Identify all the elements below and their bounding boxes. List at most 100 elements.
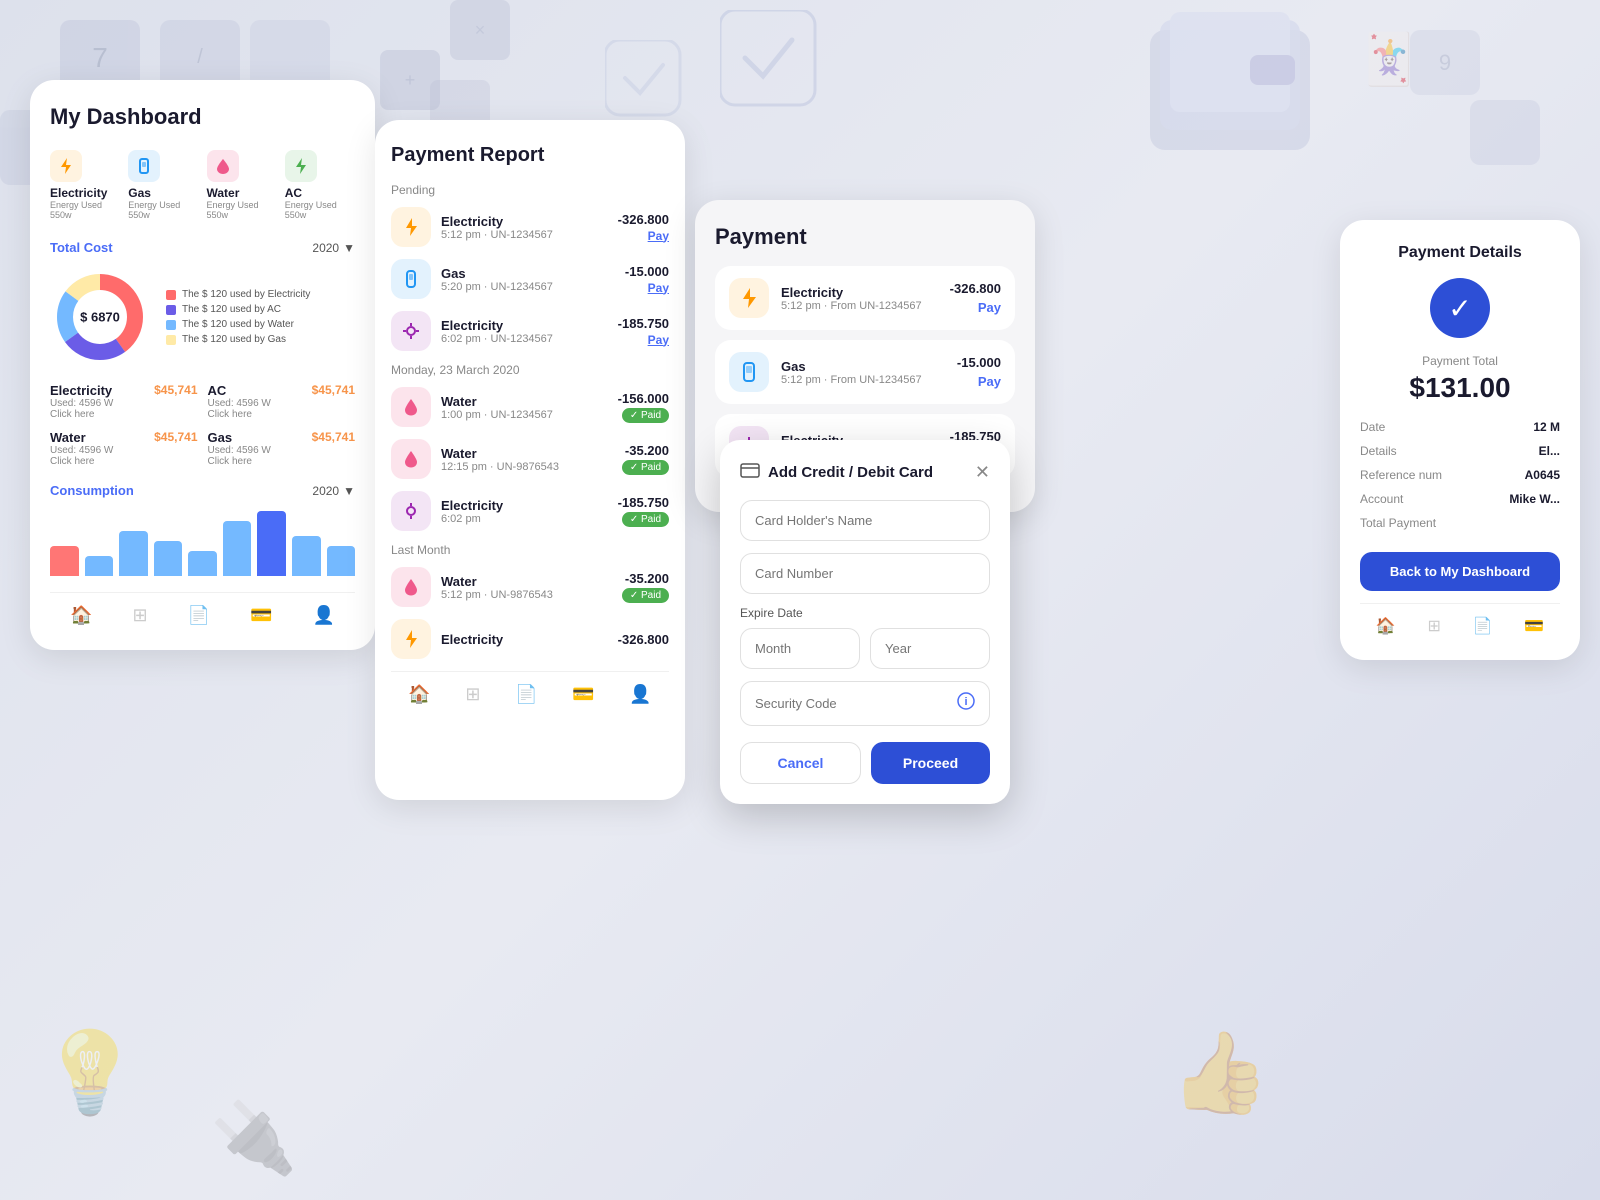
details-nav-grid[interactable]: ⊞ (1427, 616, 1440, 636)
details-nav-doc[interactable]: 📄 (1473, 616, 1493, 636)
report-electricity-sub-1: 5:12 pm · UN-1234567 (441, 229, 608, 241)
stat-electricity[interactable]: Electricity $45,741 Used: 4596 W Click h… (50, 383, 198, 420)
report-water-icon-1 (391, 387, 431, 427)
report-electricity-paid-sub: 6:02 pm (441, 513, 608, 525)
stat-water[interactable]: Water $45,741 Used: 4596 W Click here (50, 430, 198, 467)
cancel-button[interactable]: Cancel (740, 742, 861, 784)
report-nav-grid[interactable]: ⊞ (465, 684, 480, 705)
stat-gas-click: Click here (208, 456, 356, 467)
card-holder-input[interactable] (740, 500, 990, 541)
stat-gas[interactable]: Gas $45,741 Used: 4596 W Click here (208, 430, 356, 467)
report-water-amount-2: -35.200 (625, 443, 669, 458)
expire-section: Expire Date (740, 606, 990, 669)
report-amount-2: -185.750 (618, 316, 669, 331)
stat-gas-name: Gas (208, 430, 233, 445)
year-value: 2020 (312, 241, 339, 255)
report-item-elec-lm[interactable]: Electricity -326.800 (391, 619, 669, 659)
month-input[interactable] (740, 628, 860, 669)
expire-row (740, 628, 990, 669)
report-item-gas-1[interactable]: Gas 5:20 pm · UN-1234567 -15.000 Pay (391, 259, 669, 299)
consumption-year-selector[interactable]: 2020 ▼ (312, 484, 355, 498)
report-item-info-elec-paid: Electricity 6:02 pm (441, 498, 608, 525)
utility-item-gas[interactable]: Gas Energy Used 550w (128, 150, 198, 220)
payment-title: Payment (715, 224, 1015, 250)
report-item-info-water-1: Water 1:00 pm · UN-1234567 (441, 394, 608, 421)
chevron-down-icon: ▼ (343, 241, 355, 255)
utility-item-water[interactable]: Water Energy Used 550w (207, 150, 277, 220)
payment-pay-link-gas-1[interactable]: Pay (978, 374, 1001, 389)
pay-link-gas-1[interactable]: Pay (648, 281, 669, 295)
modal-header: Add Credit / Debit Card ✕ (740, 460, 990, 484)
payment-pay-link-1[interactable]: Pay (978, 300, 1001, 315)
stat-ac[interactable]: AC $45,741 Used: 4596 W Click here (208, 383, 356, 420)
report-electricity-name-2: Electricity (441, 318, 608, 333)
report-electricity-paid: Electricity (441, 498, 608, 513)
report-item-elec-paid[interactable]: Electricity 6:02 pm -185.750 ✓ Paid (391, 491, 669, 531)
report-nav: 🏠 ⊞ 📄 💳 👤 (391, 671, 669, 705)
report-water-sub-1: 1:00 pm · UN-1234567 (441, 409, 608, 421)
payment-gas-icon-1 (729, 352, 769, 392)
year-selector[interactable]: 2020 ▼ (312, 241, 355, 255)
report-water-name-2: Water (441, 446, 612, 461)
stat-electricity-name: Electricity (50, 383, 112, 398)
pay-link-1[interactable]: Pay (648, 229, 669, 243)
modal-close-button[interactable]: ✕ (975, 462, 990, 483)
report-gas-name-1: Gas (441, 266, 615, 281)
utility-item-electricity[interactable]: Electricity Energy Used 550w (50, 150, 120, 220)
report-nav-home[interactable]: 🏠 (408, 684, 430, 705)
nav-doc-icon[interactable]: 📄 (188, 605, 210, 626)
details-row-account: Account Mike W... (1360, 492, 1560, 506)
ac-value: 550w (285, 210, 307, 220)
report-item-right-water-1: -156.000 ✓ Paid (618, 391, 669, 423)
report-item-elec-1[interactable]: Electricity 5:12 pm · UN-1234567 -326.80… (391, 207, 669, 247)
security-code-input[interactable] (755, 696, 949, 711)
ac-label: Energy Used (285, 200, 337, 210)
details-row-details: Details El... (1360, 444, 1560, 458)
nav-user-icon[interactable]: 👤 (313, 605, 335, 626)
details-nav-home[interactable]: 🏠 (1376, 616, 1396, 636)
paid-badge-elec: ✓ Paid (622, 512, 669, 527)
electricity-name: Electricity (50, 186, 107, 200)
payment-item-right-gas-1: -15.000 Pay (957, 355, 1001, 389)
nav-home-icon[interactable]: 🏠 (70, 605, 92, 626)
ref-label: Reference num (1360, 468, 1442, 482)
details-row-ref: Reference num A0645 (1360, 468, 1560, 482)
dashboard-card: My Dashboard Electricity Energy Used 550… (30, 80, 375, 650)
donut-section: $ 6870 The $ 120 used by Electricity The… (50, 267, 355, 367)
card-number-input[interactable] (740, 553, 990, 594)
report-nav-doc[interactable]: 📄 (515, 684, 537, 705)
report-item-water-1[interactable]: Water 1:00 pm · UN-1234567 -156.000 ✓ Pa… (391, 387, 669, 427)
payment-elec-icon-1 (729, 278, 769, 318)
payment-item-elec-1[interactable]: Electricity 5:12 pm · From UN-1234567 -3… (715, 266, 1015, 330)
nav-card-icon[interactable]: 💳 (250, 605, 272, 626)
stat-water-name: Water (50, 430, 86, 445)
payment-total-amount: $131.00 (1360, 372, 1560, 404)
report-item-right-water-lm: -35.200 ✓ Paid (622, 571, 669, 603)
payment-item-info-gas-1: Gas 5:12 pm · From UN-1234567 (781, 359, 945, 386)
details-nav-card[interactable]: 💳 (1524, 616, 1544, 636)
dashboard-nav: 🏠 ⊞ 📄 💳 👤 (50, 592, 355, 626)
back-to-dashboard-button[interactable]: Back to My Dashboard (1360, 552, 1560, 591)
nav-grid-icon[interactable]: ⊞ (132, 605, 147, 626)
stat-ac-used: Used: 4596 W (208, 398, 356, 409)
report-nav-user[interactable]: 👤 (629, 684, 651, 705)
report-nav-card[interactable]: 💳 (572, 684, 594, 705)
report-item-water-lastmonth[interactable]: Water 5:12 pm · UN-9876543 -35.200 ✓ Pai… (391, 567, 669, 607)
security-code-row: i (740, 681, 990, 726)
stat-ac-click: Click here (208, 409, 356, 420)
gas-label: Energy Used (128, 200, 180, 210)
water-icon (207, 150, 239, 182)
proceed-button[interactable]: Proceed (871, 742, 990, 784)
report-item-right-elec-paid: -185.750 ✓ Paid (618, 495, 669, 527)
ac-icon (285, 150, 317, 182)
pay-link-2[interactable]: Pay (648, 333, 669, 347)
year-input[interactable] (870, 628, 990, 669)
report-item-elec-2[interactable]: Electricity 6:02 pm · UN-1234567 -185.75… (391, 311, 669, 351)
expire-label: Expire Date (740, 606, 990, 620)
report-item-water-2[interactable]: Water 12:15 pm · UN-9876543 -35.200 ✓ Pa… (391, 439, 669, 479)
payment-item-gas-1[interactable]: Gas 5:12 pm · From UN-1234567 -15.000 Pa… (715, 340, 1015, 404)
report-amount-1: -326.800 (618, 212, 669, 227)
utility-item-ac[interactable]: AC Energy Used 550w (285, 150, 355, 220)
check-circle: ✓ (1430, 278, 1490, 338)
bar-9 (327, 546, 356, 576)
